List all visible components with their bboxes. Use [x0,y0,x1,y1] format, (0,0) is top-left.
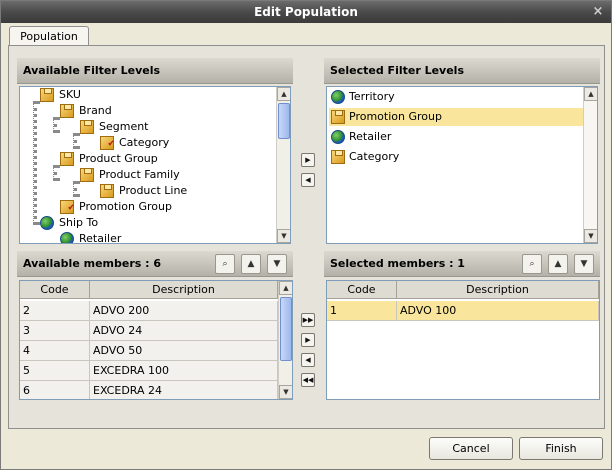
scroll-thumb[interactable] [280,297,292,361]
remove-all-members-button[interactable]: ◀◀ [301,373,315,387]
scroll-up-icon[interactable]: ▲ [584,87,597,101]
scroll-up-icon[interactable]: ▲ [277,87,290,101]
globe-icon [331,90,345,104]
cube-icon [80,120,94,134]
cancel-button[interactable]: Cancel [429,437,513,460]
add-level-button[interactable]: ▶ [301,153,315,167]
cube-icon [60,104,74,118]
search-icon[interactable]: ⌕ [522,254,542,274]
column-header-description[interactable]: Description [397,281,599,299]
scroll-up-icon[interactable]: ▲ [279,281,292,295]
hierarchy-icon[interactable]: ▲ [548,254,568,274]
selected-level-retailer[interactable]: Retailer [329,128,583,146]
selected-levels-scrollbar[interactable]: ▲ ▼ [583,87,597,243]
hierarchy-icon[interactable]: ▲ [241,254,261,274]
tree-line [53,165,57,181]
column-header-code[interactable]: Code [327,281,397,299]
population-tab-panel: Available Filter Levels SKU Brand Segmen… [8,45,605,429]
edit-population-dialog: Edit Population × Population Available F… [0,0,612,470]
selected-level-promotion-group[interactable]: Promotion Group [329,108,583,126]
tree-scrollbar[interactable]: ▲ ▼ [276,87,290,243]
scroll-down-icon[interactable]: ▼ [279,385,292,399]
filter-icon[interactable]: ▼ [267,254,287,274]
cube-icon [331,110,345,124]
tab-population[interactable]: Population [9,26,89,46]
search-icon[interactable]: ⌕ [215,254,235,274]
members-scrollbar[interactable]: ▲ ▼ [278,281,292,399]
cube-check-icon [60,200,75,216]
window-title: Edit Population [254,5,358,19]
selected-filter-levels-header: Selected Filter Levels [324,58,600,84]
scroll-down-icon[interactable]: ▼ [277,229,290,243]
tree-line [73,133,77,149]
filter-icon[interactable]: ▼ [574,254,594,274]
globe-icon [331,130,345,144]
available-filter-levels-header: Available Filter Levels [17,58,293,84]
scroll-down-icon[interactable]: ▼ [584,229,597,243]
cube-icon [80,168,94,182]
remove-member-button[interactable]: ◀ [301,353,315,367]
close-icon[interactable]: × [591,5,605,19]
selected-level-category[interactable]: Category [329,148,583,166]
tree-line [53,117,57,133]
cube-icon [60,152,74,166]
tree-line [33,101,37,225]
scroll-thumb[interactable] [278,103,290,139]
cube-icon [40,88,54,102]
selected-members-table[interactable]: Code Description 1 ADVO 100 [326,280,600,400]
finish-button[interactable]: Finish [519,437,603,460]
title-bar: Edit Population × [1,1,611,23]
add-member-button[interactable]: ▶ [301,333,315,347]
selected-filter-levels-list[interactable]: Territory Promotion Group Retailer Categ… [326,86,598,244]
add-all-members-button[interactable]: ▶▶ [301,313,315,327]
selected-level-territory[interactable]: Territory [329,88,583,106]
tree-line [73,181,77,197]
column-header-description[interactable]: Description [90,281,278,299]
remove-level-button[interactable]: ◀ [301,173,315,187]
cube-icon [100,184,114,198]
cube-icon [331,150,345,164]
cube-check-icon [100,136,115,152]
available-filter-levels-tree[interactable]: SKU Brand Segment Category Product Group… [19,86,291,244]
column-header-code[interactable]: Code [20,281,90,299]
available-members-table[interactable]: Code Description 2 ADVO 200 3 ADVO 24 4 … [19,280,293,400]
globe-check-icon [60,232,74,243]
globe-icon [40,216,54,230]
